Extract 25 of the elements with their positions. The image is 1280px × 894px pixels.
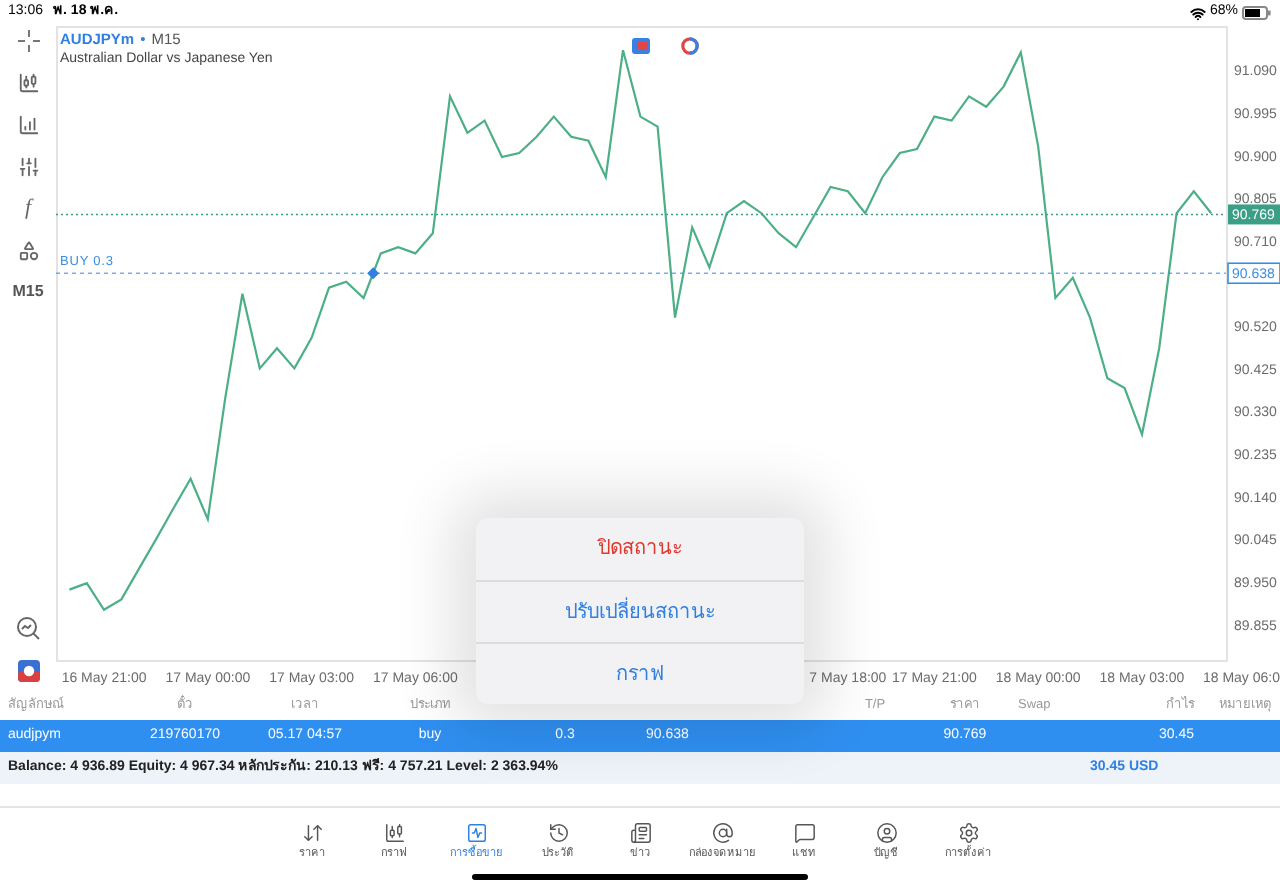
history-icon xyxy=(547,821,569,843)
wifi-icon xyxy=(1189,5,1206,21)
action-sheet-item[interactable]: ปรับเปลี่ยนสถานะ xyxy=(476,580,804,642)
battery-icon xyxy=(1242,6,1272,20)
app-logo-icon[interactable] xyxy=(17,660,39,682)
timeframe-button[interactable]: M15 xyxy=(12,282,44,302)
action-sheet-item[interactable]: ปิดสถานะ xyxy=(476,518,804,580)
chart-icon xyxy=(465,821,487,843)
function-button[interactable]: f xyxy=(24,198,32,220)
shapes-icon[interactable] xyxy=(17,240,39,262)
message-icon xyxy=(793,821,815,843)
action-sheet-item[interactable]: กราฟ xyxy=(476,642,804,704)
zoom-chart-icon[interactable] xyxy=(16,616,40,640)
arrows-icon xyxy=(301,821,323,843)
bar-chart-icon[interactable] xyxy=(17,114,39,136)
at-icon xyxy=(711,821,733,843)
settings-icon xyxy=(957,821,979,843)
newspaper-icon xyxy=(629,821,651,843)
candlestick-icon xyxy=(383,821,405,843)
sliders-icon[interactable] xyxy=(17,156,39,178)
crosshair-icon[interactable] xyxy=(17,30,39,52)
candlestick-icon[interactable] xyxy=(17,72,39,94)
entry-marker xyxy=(367,267,380,280)
user-icon xyxy=(875,821,897,843)
ring-icon[interactable] xyxy=(681,37,699,55)
